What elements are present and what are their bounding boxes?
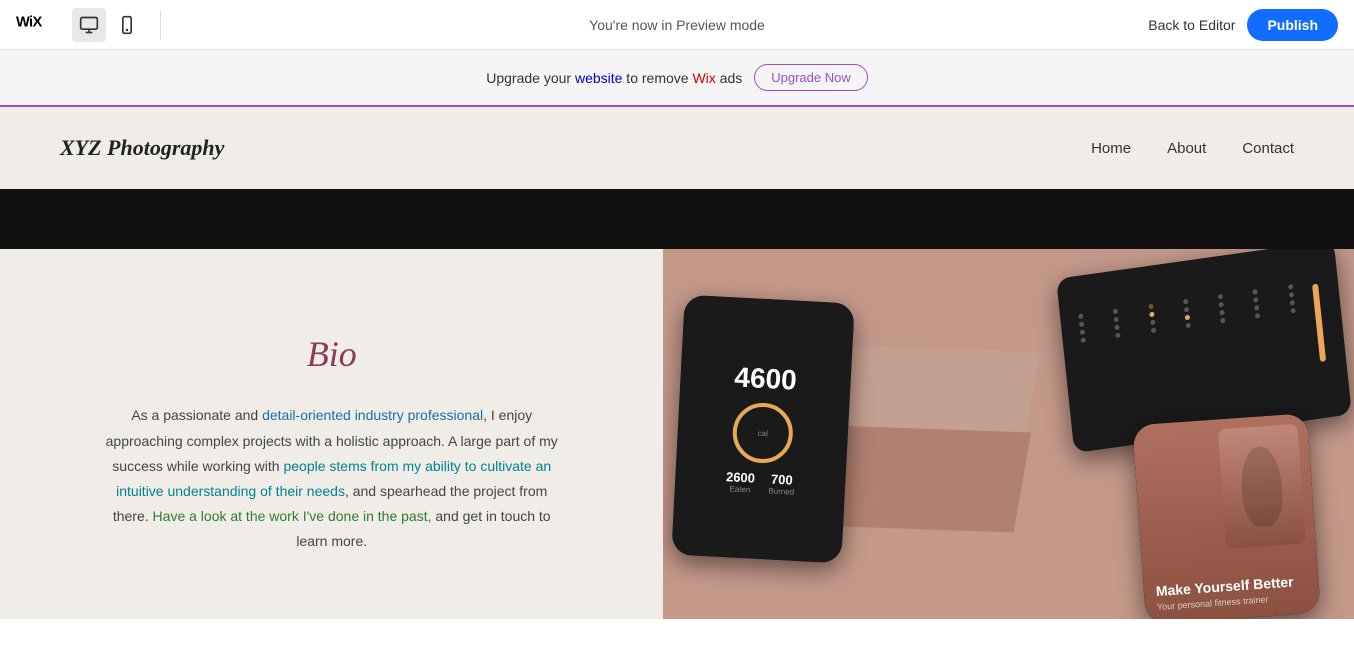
preview-mode-label: You're now in Preview mode	[589, 17, 765, 33]
orange-bar	[1312, 284, 1326, 362]
bio-panel: Bio As a passionate and detail-oriented …	[0, 249, 663, 619]
bio-link-1: detail-oriented industry professional	[262, 407, 483, 423]
hero-area	[0, 189, 1354, 249]
toolbar-divider	[160, 10, 161, 40]
calorie-burned: 700 Burned	[769, 471, 796, 496]
bio-link-2: people stems from my ability to cultivat…	[116, 458, 551, 499]
site-logo: XYZ Photography	[60, 135, 224, 161]
svg-text:WiX: WiX	[16, 14, 42, 30]
phone-calories: 4600 cal 2600 Eaten 700 Burned	[672, 295, 855, 564]
back-to-editor-link[interactable]: Back to Editor	[1148, 17, 1235, 33]
wix-word: Wix	[692, 70, 715, 86]
site-nav: Home About Contact	[1091, 140, 1294, 157]
image-panel: 4600 cal 2600 Eaten 700 Burned	[663, 249, 1354, 619]
nav-about[interactable]: About	[1167, 140, 1206, 157]
calorie-main-number: 4600	[734, 361, 798, 396]
device-switcher	[72, 8, 144, 42]
bio-link-3: Have a look at the work I've done in the…	[153, 508, 432, 524]
calorie-row: 2600 Eaten 700 Burned	[726, 469, 796, 497]
topbar-right: Back to Editor Publish	[1148, 9, 1338, 41]
upgrade-now-button[interactable]: Upgrade Now	[754, 64, 868, 91]
nav-contact[interactable]: Contact	[1242, 140, 1294, 157]
publish-button[interactable]: Publish	[1247, 9, 1338, 41]
desktop-view-button[interactable]	[72, 8, 106, 42]
website-word: website	[575, 70, 622, 86]
mobile-view-button[interactable]	[110, 8, 144, 42]
nav-home[interactable]: Home	[1091, 140, 1131, 157]
calorie-eaten: 2600 Eaten	[726, 469, 756, 494]
phone-scene: 4600 cal 2600 Eaten 700 Burned	[663, 249, 1354, 619]
top-bar: WiX You're now in Preview mode Back to E…	[0, 0, 1354, 50]
phone-calories-screen: 4600 cal 2600 Eaten 700 Burned	[672, 295, 855, 564]
upgrade-text: Upgrade your website to remove Wix ads	[486, 70, 742, 86]
site-header: XYZ Photography Home About Contact	[0, 107, 1354, 189]
bio-text: As a passionate and detail-oriented indu…	[102, 403, 562, 554]
wix-logo: WiX	[16, 11, 56, 39]
phone-fitness-screen: Make Yourself Better Your personal fitne…	[1132, 413, 1321, 619]
bio-title: Bio	[307, 333, 357, 375]
content-section: Bio As a passionate and detail-oriented …	[0, 249, 1354, 619]
upgrade-banner: Upgrade your website to remove Wix ads U…	[0, 50, 1354, 107]
phone-fitness: Make Yourself Better Your personal fitne…	[1132, 413, 1321, 619]
box-shape-lower	[815, 426, 1031, 533]
calorie-circle: cal	[732, 401, 795, 464]
